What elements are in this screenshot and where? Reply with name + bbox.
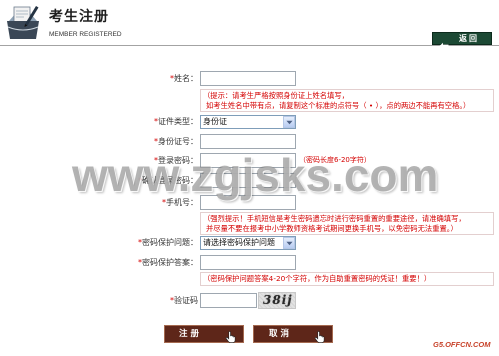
page-title: 考生注册	[49, 9, 109, 25]
captcha-image[interactable]: 38ij	[258, 292, 296, 309]
registration-page: 考生注册 MEMBER REGISTERED 返回 *姓名： （提示：请考生严格…	[0, 0, 499, 356]
id-type-label-group: *证件类型：	[80, 115, 198, 129]
confirm-password-input[interactable]	[200, 173, 296, 188]
answer-hint-box: （密码保护问题答案4-20个字符，作为自助重置密码的凭证！重要！）	[200, 272, 494, 286]
mobile-label: 手机号：	[166, 198, 198, 207]
back-button-label: 返回	[459, 34, 479, 43]
chevron-down-icon[interactable]	[283, 237, 295, 249]
captcha-label-group: *验证码	[80, 293, 198, 308]
confirm-password-label-group: *确认登录密码：	[80, 173, 198, 188]
corner-watermark: G5.OFFCN.COM	[433, 340, 491, 349]
mobile-hint-box: （强烈提示！手机短信是考生密码遗忘时进行密码重置的重要途径，请准确填写， 并尽量…	[200, 212, 494, 235]
name-hint-line1: （提示：请考生严格按照身份证上姓名填写，	[203, 91, 349, 100]
security-answer-input[interactable]	[200, 255, 296, 270]
password-label-group: *登录密码：	[80, 153, 198, 168]
id-number-label-group: *身份证号：	[80, 134, 198, 149]
hand-pointer-icon	[225, 328, 236, 343]
cancel-button[interactable]: 取 消	[253, 325, 333, 343]
id-type-label: 证件类型：	[158, 117, 198, 126]
page-subtitle: MEMBER REGISTERED	[49, 31, 122, 38]
mobile-hint-line2: 并尽量不要在报考中小学教师资格考试期间更换手机号，以免密码无法重置。）	[206, 224, 458, 233]
name-hint-line2: 如考生姓名中带有点，请复制这个标准的点符号（ • ），点的两边不能再有空格。）	[206, 101, 471, 110]
id-type-selected: 身份证	[203, 117, 227, 126]
captcha-image-text: 38ij	[263, 293, 293, 307]
name-label-group: *姓名：	[80, 71, 198, 86]
name-label: 姓名：	[174, 74, 198, 83]
security-question-select[interactable]: 请选择密码保护问题	[200, 236, 296, 250]
header-divider	[0, 45, 499, 46]
id-number-input[interactable]	[200, 134, 296, 149]
captcha-label: 验证码	[174, 296, 198, 305]
cancel-button-label: 取 消	[269, 329, 289, 339]
password-hint: （密码长度6-20字符）	[299, 156, 371, 164]
chevron-down-icon[interactable]	[283, 116, 295, 128]
hand-pointer-icon	[314, 328, 325, 343]
security-answer-label: 密码保护答案：	[142, 258, 198, 267]
arrow-left-icon	[439, 35, 449, 50]
security-question-selected: 请选择密码保护问题	[203, 238, 275, 247]
password-label: 登录密码：	[158, 156, 198, 165]
submit-button[interactable]: 注 册	[164, 325, 244, 343]
confirm-password-label: 确认登录密码：	[142, 176, 198, 185]
mobile-label-group: *手机号：	[80, 195, 198, 210]
back-button[interactable]: 返回	[432, 32, 492, 50]
captcha-input[interactable]	[200, 293, 257, 308]
id-type-select[interactable]: 身份证	[200, 115, 296, 129]
mobile-hint-line1: （强烈提示！手机短信是考生密码遗忘时进行密码重置的重要途径，请准确填写，	[203, 214, 466, 223]
id-number-label: 身份证号：	[158, 137, 198, 146]
answer-hint-text: （密码保护问题答案4-20个字符，作为自助重置密码的凭证！重要！）	[203, 274, 432, 283]
security-answer-label-group: *密码保护答案：	[80, 255, 198, 270]
security-question-label-group: *密码保护问题：	[80, 236, 198, 250]
password-input[interactable]	[200, 153, 296, 168]
security-question-label: 密码保护问题：	[142, 238, 198, 247]
name-hint-box: （提示：请考生严格按照身份证上姓名填写， 如考生姓名中带有点，请复制这个标准的点…	[200, 89, 494, 112]
submit-button-label: 注 册	[179, 329, 199, 339]
registration-folder-icon	[4, 3, 42, 41]
name-input[interactable]	[200, 71, 296, 86]
mobile-input[interactable]	[200, 195, 296, 210]
